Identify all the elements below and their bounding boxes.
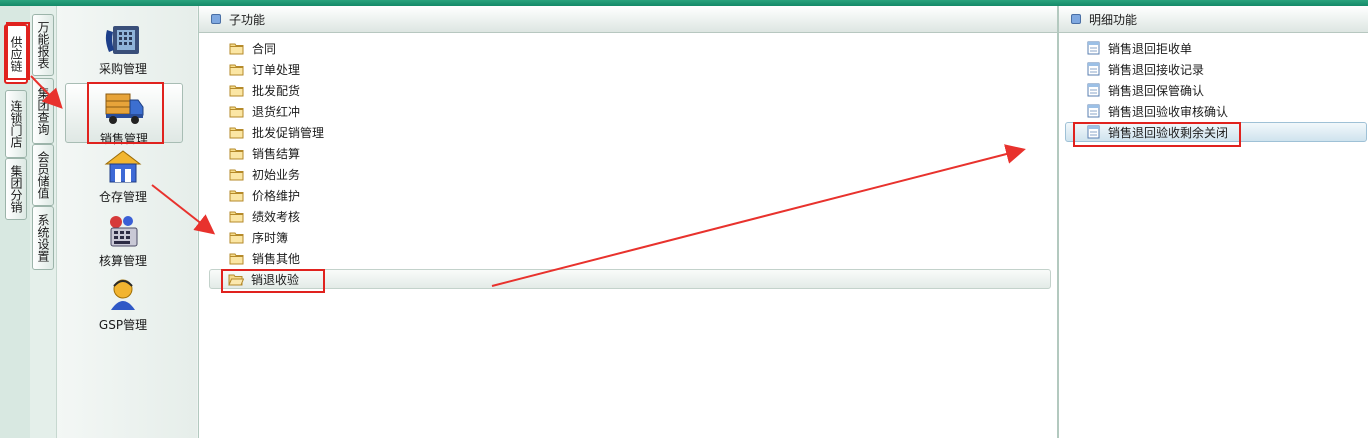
main-category-strip: 供应链 连锁门店 集团分销 xyxy=(0,6,31,438)
tab-group-query[interactable]: 集团查询 xyxy=(32,78,54,144)
sub-function-label: 批发配货 xyxy=(252,83,301,98)
module-purchase[interactable]: 采购管理 xyxy=(57,20,189,77)
document-icon xyxy=(1087,104,1100,118)
tab-label: 集团查询 xyxy=(36,87,50,135)
sub-panel-header: 子功能 xyxy=(199,6,1057,33)
sub-function-label: 序时簿 xyxy=(252,230,289,245)
sub-function-label: 绩效考核 xyxy=(252,209,301,224)
module-panel: 采购管理 销售管理 仓存管理 核算管理 GSP管理 xyxy=(56,6,197,438)
sub-function-item[interactable]: 序时簿 xyxy=(229,227,288,247)
folder-icon xyxy=(229,253,244,264)
folder-icon xyxy=(229,169,244,180)
sub-function-label: 初始业务 xyxy=(252,167,301,182)
tab-group-distribution[interactable]: 集团分销 xyxy=(5,158,27,220)
sub-function-label: 批发促销管理 xyxy=(252,125,325,140)
detail-panel-header: 明细功能 xyxy=(1059,6,1368,33)
folder-icon xyxy=(229,64,244,75)
secondary-category-strip: 万能报表 集团查询 会员储值 系统设置 xyxy=(30,6,57,438)
folder-icon xyxy=(229,106,244,117)
folder-icon xyxy=(229,148,244,159)
tab-label: 集团分销 xyxy=(9,165,23,213)
tab-label: 供应链 xyxy=(9,36,23,72)
sub-function-item[interactable]: 退货红冲 xyxy=(229,101,300,121)
sub-function-item[interactable]: 初始业务 xyxy=(229,164,300,184)
module-accounting[interactable]: 核算管理 xyxy=(57,212,189,269)
detail-function-item[interactable]: 销售退回验收剩余关闭 xyxy=(1065,122,1367,142)
detail-function-panel: 明细功能 销售退回拒收单 销售退回接收记录 销售退回保管确认销售退回验收审核确认 销售… xyxy=(1058,6,1368,438)
sub-function-label: 销售结算 xyxy=(252,146,301,161)
folder-icon xyxy=(229,127,244,138)
tab-member-storage[interactable]: 会员储值 xyxy=(32,144,54,206)
document-icon xyxy=(1087,83,1100,97)
tab-label: 万能报表 xyxy=(36,21,50,69)
purchase-icon xyxy=(105,26,139,54)
module-label: 采购管理 xyxy=(98,62,147,76)
header-bullet-icon xyxy=(1071,14,1081,24)
detail-function-label: 销售退回保管确认 xyxy=(1108,83,1205,98)
warehouse-icon xyxy=(104,150,142,183)
gsp-person-icon xyxy=(111,279,135,310)
folder-icon xyxy=(229,43,244,54)
header-bullet-icon xyxy=(211,14,221,24)
sub-function-item[interactable]: 批发配货 xyxy=(229,80,300,100)
tab-label: 会员储值 xyxy=(36,151,50,199)
module-label: 核算管理 xyxy=(98,254,147,268)
sub-function-label: 销售其他 xyxy=(252,251,301,266)
detail-function-item[interactable]: 销售退回拒收单 xyxy=(1087,38,1192,58)
sub-function-item[interactable]: 销售其他 xyxy=(229,248,300,268)
module-label: 仓存管理 xyxy=(98,190,147,204)
document-icon xyxy=(1087,41,1100,55)
sub-function-item[interactable]: 订单处理 xyxy=(229,59,300,79)
document-icon xyxy=(1087,125,1100,139)
sub-function-label: 销退收验 xyxy=(251,272,300,287)
sub-function-label: 订单处理 xyxy=(252,62,301,77)
tab-chain-store[interactable]: 连锁门店 xyxy=(5,90,27,158)
module-label: GSP管理 xyxy=(98,318,148,332)
folder-icon xyxy=(229,211,244,222)
detail-panel-title: 明细功能 xyxy=(1089,12,1138,27)
folder-icon xyxy=(229,85,244,96)
delivery-truck-icon xyxy=(105,93,144,124)
detail-function-label: 销售退回拒收单 xyxy=(1108,41,1193,56)
detail-function-item[interactable]: 销售退回保管确认 xyxy=(1087,80,1204,100)
sub-function-label: 合同 xyxy=(252,41,277,56)
tab-system-settings[interactable]: 系统设置 xyxy=(32,206,54,270)
detail-function-label: 销售退回验收审核确认 xyxy=(1108,104,1229,119)
sub-function-item[interactable]: 销退收验 xyxy=(209,269,1051,289)
sub-panel-title: 子功能 xyxy=(229,12,266,27)
document-icon xyxy=(1087,62,1100,76)
module-gsp[interactable]: GSP管理 xyxy=(57,276,189,333)
sub-function-label: 退货红冲 xyxy=(252,104,301,119)
tab-universal-reports[interactable]: 万能报表 xyxy=(32,14,54,76)
folder-open-icon xyxy=(228,274,244,285)
sub-function-item[interactable]: 批发促销管理 xyxy=(229,122,324,142)
tab-supply-chain[interactable]: 供应链 xyxy=(4,24,28,84)
sub-function-item[interactable]: 绩效考核 xyxy=(229,206,300,226)
sub-function-panel: 子功能 合同订单处理批发配货退货红冲批发促销管理 销售结算初始业务价格维护绩效考核… xyxy=(198,6,1058,438)
folder-icon xyxy=(229,232,244,243)
module-warehouse[interactable]: 仓存管理 xyxy=(57,148,189,205)
sub-function-item[interactable]: 价格维护 xyxy=(229,185,300,205)
sub-function-label: 价格维护 xyxy=(252,188,301,203)
tab-label: 连锁门店 xyxy=(9,100,23,148)
tab-label: 系统设置 xyxy=(36,214,50,262)
folder-icon xyxy=(229,190,244,201)
detail-function-item[interactable]: 销售退回验收审核确认 xyxy=(1087,101,1228,121)
module-label: 销售管理 xyxy=(99,132,148,146)
module-sales[interactable]: 销售管理 xyxy=(65,83,183,146)
detail-function-label: 销售退回验收剩余关闭 xyxy=(1108,125,1229,140)
accounting-icon xyxy=(110,216,138,247)
sub-function-item[interactable]: 合同 xyxy=(229,38,276,58)
sub-function-item[interactable]: 销售结算 xyxy=(229,143,300,163)
detail-function-label: 销售退回接收记录 xyxy=(1108,62,1205,77)
detail-function-item[interactable]: 销售退回接收记录 xyxy=(1087,59,1204,79)
